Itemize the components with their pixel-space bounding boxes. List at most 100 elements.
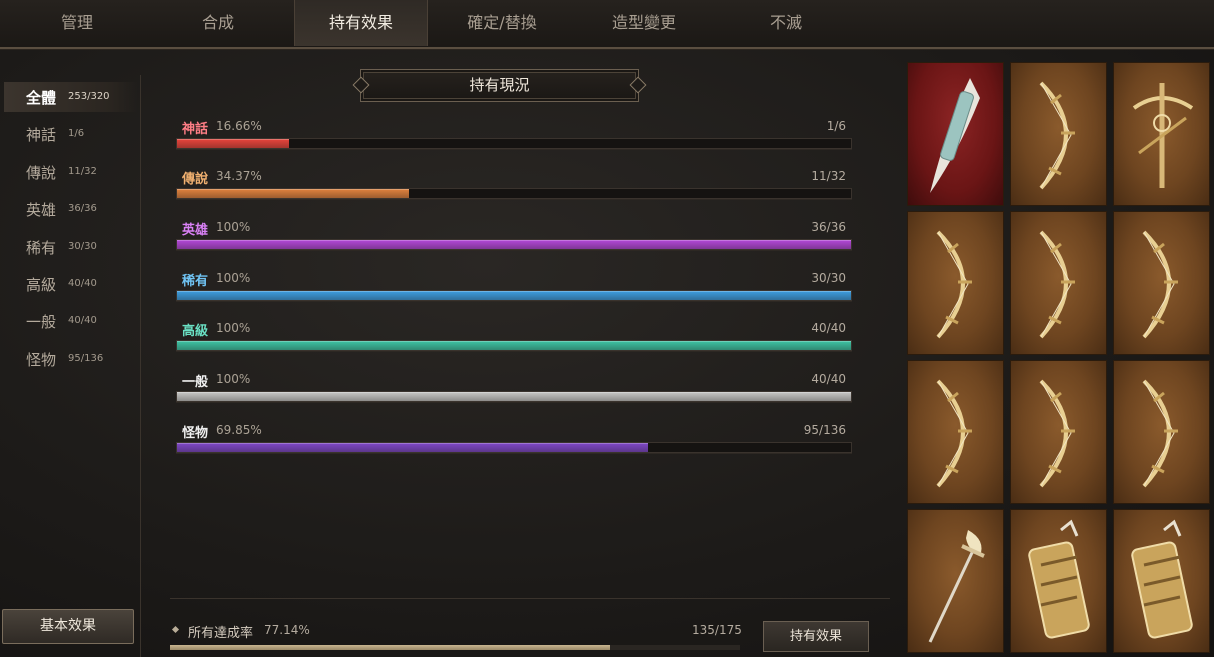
item-card[interactable] (1113, 62, 1210, 206)
category-name: 英雄 (26, 201, 57, 219)
category-name: 神話 (26, 126, 57, 144)
progress-fill (177, 341, 851, 350)
progress-fill (177, 189, 409, 198)
total-progress-track (170, 645, 740, 650)
progress-fill (177, 443, 648, 452)
category-hero[interactable]: 英雄 36/36 (4, 194, 138, 224)
total-percent: 77.14% (264, 623, 310, 637)
category-name: 傳說 (26, 164, 57, 182)
basic-effect-button[interactable]: 基本效果 (2, 609, 134, 644)
category-count: 253/320 (68, 91, 110, 102)
item-card[interactable] (1113, 211, 1210, 355)
rarity-label: 高級 (182, 324, 209, 339)
category-name: 一般 (26, 313, 57, 331)
rarity-count: 30/30 (811, 271, 846, 285)
rarity-count: 40/40 (811, 372, 846, 386)
rarity-count: 11/32 (811, 169, 846, 183)
top-tab-bar: 管理 合成 持有效果 確定/替換 造型變更 不滅 (0, 0, 1214, 49)
rarity-percent: 100% (216, 220, 251, 234)
progress-row-legendary: 傳說 34.37% 11/32 (176, 168, 852, 208)
ornament-icon (352, 76, 370, 94)
rarity-count: 1/6 (826, 119, 846, 133)
progress-row-advanced: 高級 100% 40/40 (176, 320, 852, 360)
rarity-percent: 16.66% (216, 119, 262, 133)
item-card[interactable] (907, 360, 1004, 504)
category-sidebar: 全體 253/320 神話 1/6 傳說 11/32 英雄 36/36 稀有 3… (0, 75, 141, 657)
category-rare[interactable]: 稀有 30/30 (4, 232, 138, 262)
progress-row-mythic: 神話 16.66% 1/6 (176, 118, 852, 158)
category-monster[interactable]: 怪物 95/136 (4, 344, 138, 374)
category-count: 40/40 (68, 278, 97, 289)
crossbow-icon (1132, 83, 1194, 188)
holding-effect-button[interactable]: 持有效果 (763, 621, 869, 652)
rarity-label: 神話 (182, 122, 209, 137)
item-card[interactable] (1010, 509, 1107, 653)
item-card[interactable] (907, 509, 1004, 653)
item-card[interactable] (1010, 211, 1107, 355)
item-card[interactable] (1113, 509, 1210, 653)
progress-track (176, 188, 852, 199)
progress-track (176, 442, 852, 453)
category-count: 36/36 (68, 203, 97, 214)
rarity-label: 傳說 (182, 172, 209, 187)
progress-track (176, 340, 852, 351)
category-name: 高級 (26, 276, 57, 294)
progress-row-rare: 稀有 100% 30/30 (176, 270, 852, 310)
dagger-icon (930, 78, 980, 193)
bow-icon (1039, 81, 1075, 190)
progress-track (176, 290, 852, 301)
rarity-percent: 100% (216, 372, 251, 386)
item-card[interactable] (1010, 62, 1107, 206)
category-name: 全體 (26, 89, 57, 107)
bow-icon (936, 379, 972, 488)
item-card[interactable] (1113, 360, 1210, 504)
tab-indestructible[interactable]: 不滅 (726, 0, 846, 46)
rarity-percent: 100% (216, 321, 251, 335)
progress-row-monster: 怪物 69.85% 95/136 (176, 422, 852, 462)
rarity-percent: 100% (216, 271, 251, 285)
ornament-icon (629, 76, 647, 94)
item-card[interactable] (907, 62, 1004, 206)
tab-confirm-replace[interactable]: 確定/替換 (442, 0, 562, 46)
progress-fill (177, 291, 851, 300)
rarity-count: 95/136 (803, 423, 846, 437)
category-name: 稀有 (26, 239, 57, 257)
progress-fill (177, 139, 290, 148)
rarity-label: 稀有 (182, 274, 209, 289)
category-mythic[interactable]: 神話 1/6 (4, 119, 138, 149)
category-common[interactable]: 一般 40/40 (4, 306, 138, 336)
bow-icon (1039, 379, 1075, 488)
category-legendary[interactable]: 傳說 11/32 (4, 157, 138, 187)
item-card[interactable] (907, 211, 1004, 355)
progress-track (176, 239, 852, 250)
category-name: 怪物 (26, 351, 57, 369)
progress-track (176, 138, 852, 149)
tab-holding-effect[interactable]: 持有效果 (294, 0, 428, 46)
bow-icon (1142, 379, 1178, 488)
rarity-count: 40/40 (811, 321, 846, 335)
rarity-label: 英雄 (182, 223, 209, 238)
total-label: 所有達成率 (188, 626, 254, 641)
progress-track (176, 391, 852, 402)
tab-manage[interactable]: 管理 (17, 0, 137, 46)
category-advanced[interactable]: 高級 40/40 (4, 269, 138, 299)
rarity-label: 一般 (182, 375, 209, 390)
rarity-percent: 69.85% (216, 423, 262, 437)
rarity-count: 36/36 (811, 220, 846, 234)
bow-icon (936, 230, 972, 339)
item-card[interactable] (1010, 360, 1107, 504)
gauntlet-icon (1028, 519, 1090, 639)
tab-synthesis[interactable]: 合成 (158, 0, 278, 46)
progress-row-hero: 英雄 100% 36/36 (176, 219, 852, 259)
category-count: 1/6 (68, 128, 85, 139)
category-all[interactable]: 全體 253/320 (4, 82, 138, 112)
bow-icon (1039, 230, 1075, 339)
category-count: 30/30 (68, 241, 97, 252)
category-count: 40/40 (68, 315, 97, 326)
rarity-label: 怪物 (182, 426, 209, 441)
tab-appearance-change[interactable]: 造型變更 (584, 0, 704, 46)
divider (170, 598, 890, 599)
section-title-text: 持有現況 (469, 76, 530, 94)
progress-fill (177, 392, 851, 401)
section-title: 持有現況 (352, 69, 647, 102)
